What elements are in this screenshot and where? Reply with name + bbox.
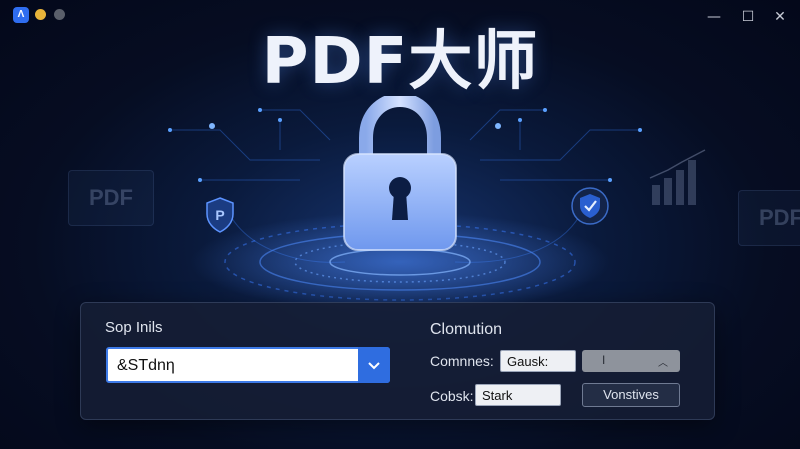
vonstives-button[interactable]: Vonstives bbox=[582, 383, 680, 407]
right-section-label: Clomution bbox=[430, 321, 503, 338]
row1-select-value: I bbox=[602, 353, 606, 367]
ghost-pdf-left: PDF bbox=[68, 170, 154, 226]
padlock-icon bbox=[343, 96, 457, 251]
row1-input[interactable]: Gausk: bbox=[500, 350, 576, 372]
app-window: PDF PDF P Λ — ☐ ✕ PDF大师 Sop Inils &STdnη bbox=[0, 0, 800, 449]
ghost-pdf-right: PDF bbox=[738, 190, 800, 246]
main-dropdown-field[interactable]: &STdnη bbox=[106, 347, 390, 383]
row2-label: Cobsk: bbox=[430, 388, 474, 404]
main-field-value: &STdnη bbox=[117, 357, 175, 374]
chevron-up-icon: ︿ bbox=[658, 358, 668, 369]
row2-input[interactable]: Stark bbox=[475, 384, 561, 406]
dropdown-button[interactable] bbox=[358, 347, 390, 383]
row1-label: Comnnes: bbox=[430, 353, 494, 369]
settings-panel: Sop Inils &STdnη Clomution Comnnes: Gaus… bbox=[80, 302, 715, 420]
shield-check-icon bbox=[571, 187, 609, 225]
left-section-label: Sop Inils bbox=[105, 319, 163, 336]
row1-select[interactable]: I ︿ bbox=[582, 350, 680, 372]
app-title: PDF大师 bbox=[261, 25, 539, 99]
chevron-down-icon bbox=[368, 362, 380, 370]
shield-p-icon: P bbox=[206, 197, 234, 233]
svg-text:P: P bbox=[215, 207, 224, 223]
